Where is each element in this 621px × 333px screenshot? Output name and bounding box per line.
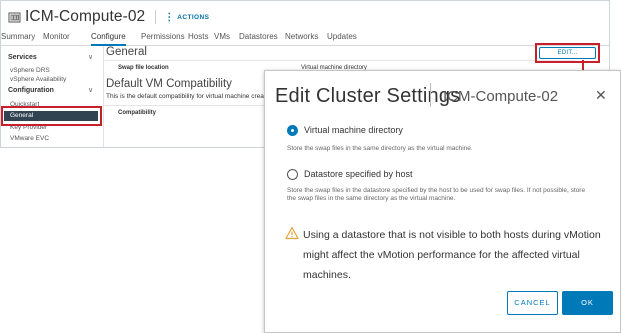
compatibility-label: Compatibility [118, 110, 157, 116]
tab-networks[interactable]: Networks [285, 32, 318, 41]
sidebar-group-configuration[interactable]: Configuration [8, 87, 54, 94]
tab-configure[interactable]: Configure [91, 32, 126, 46]
option-label-vm-directory[interactable]: Virtual machine directory [304, 125, 403, 135]
configure-sidebar: Services ∨ vSphere DRS vSphere Availabil… [1, 46, 104, 147]
title-divider [155, 10, 157, 24]
object-title: ICM-Compute-02 [25, 8, 146, 25]
chevron-down-icon[interactable]: ∨ [88, 86, 93, 94]
dialog-title-divider [430, 83, 431, 107]
section-title-general: General [106, 46, 147, 58]
tab-datastores[interactable]: Datastores [239, 32, 278, 41]
sidebar-group-services[interactable]: Services [8, 54, 37, 61]
vmotion-warning-text: Using a datastore that is not visible to… [303, 229, 601, 281]
tab-updates[interactable]: Updates [327, 32, 357, 41]
tab-permissions[interactable]: Permissions [141, 32, 185, 41]
object-header: ICM-Compute-02 ⋮ ACTIONS [8, 7, 209, 27]
cancel-button[interactable]: CANCEL [507, 291, 558, 315]
actions-kebab-icon[interactable]: ⋮ [164, 12, 174, 23]
chevron-down-icon[interactable]: ∨ [88, 53, 93, 61]
sidebar-item-vmware-evc[interactable]: VMware EVC [10, 135, 49, 142]
section-divider [105, 60, 575, 61]
sidebar-item-vsphere-availability[interactable]: vSphere Availability [10, 76, 66, 83]
sidebar-item-vsphere-drs[interactable]: vSphere DRS [10, 67, 50, 74]
close-icon[interactable]: ✕ [595, 88, 607, 102]
actions-menu-button[interactable]: ACTIONS [177, 14, 209, 21]
option-description-datastore-by-host: Store the swap files in the datastore sp… [287, 187, 586, 202]
swap-file-location-label: Swap file location [118, 65, 169, 71]
cluster-icon [8, 12, 21, 22]
dialog-title: Edit Cluster Settings [275, 85, 461, 107]
object-tabs: Summary Monitor Configure Permissions Ho… [1, 29, 609, 46]
tab-monitor[interactable]: Monitor [43, 32, 70, 41]
tab-summary[interactable]: Summary [1, 32, 35, 41]
ok-button[interactable]: OK [562, 291, 613, 315]
edit-cluster-settings-dialog: Edit Cluster Settings ICM-Compute-02 ✕ V… [264, 70, 621, 333]
option-label-datastore-by-host[interactable]: Datastore specified by host [304, 169, 413, 179]
compatibility-description: This is the default compatibility for vi… [106, 93, 266, 100]
general-highlight-box [1, 106, 102, 126]
section-title-compatibility: Default VM Compatibility [106, 78, 232, 90]
option-description-vm-directory: Store the swap files in the same directo… [287, 145, 473, 152]
dialog-subtitle: ICM-Compute-02 [443, 88, 559, 105]
radio-vm-directory[interactable] [287, 125, 298, 136]
tab-hosts[interactable]: Hosts [188, 32, 208, 41]
edit-highlight-box [535, 43, 600, 63]
tab-vms[interactable]: VMs [214, 32, 230, 41]
warning-icon [285, 226, 299, 240]
radio-datastore-by-host[interactable] [287, 169, 298, 180]
